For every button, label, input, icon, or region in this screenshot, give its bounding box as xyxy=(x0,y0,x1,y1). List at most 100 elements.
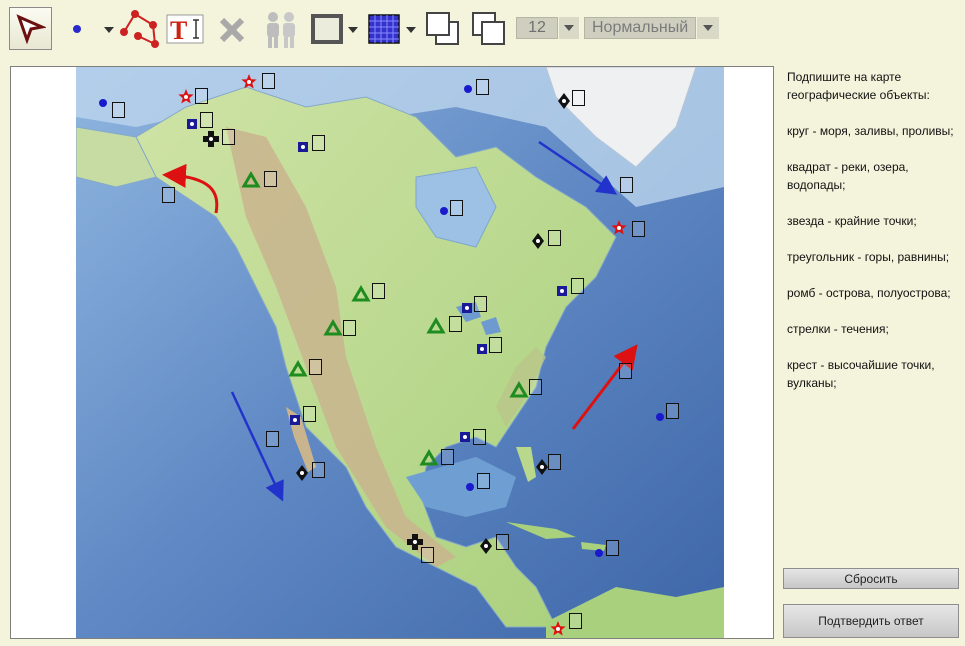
circle-marker[interactable] xyxy=(595,549,603,557)
polyline-icon xyxy=(120,10,159,48)
label-box[interactable] xyxy=(303,406,316,422)
cross-marker[interactable] xyxy=(203,131,219,147)
label-box[interactable] xyxy=(421,547,434,563)
select-tool-button[interactable] xyxy=(9,7,52,50)
map-frame xyxy=(10,66,774,639)
label-box[interactable] xyxy=(343,320,356,336)
legend-diamond: ромб - острова, полуострова; xyxy=(787,286,951,300)
diamond-marker[interactable] xyxy=(296,465,308,481)
square-marker[interactable] xyxy=(460,432,470,442)
label-box[interactable] xyxy=(571,278,584,294)
square-marker[interactable] xyxy=(187,119,197,129)
label-box[interactable] xyxy=(262,73,275,89)
rectangle-dropdown-arrow[interactable] xyxy=(348,27,358,33)
triangle-marker[interactable] xyxy=(288,360,308,377)
square-marker[interactable] xyxy=(462,303,472,313)
label-box[interactable] xyxy=(620,177,633,193)
label-box[interactable] xyxy=(477,473,490,489)
label-box[interactable] xyxy=(222,129,235,145)
label-box[interactable] xyxy=(496,534,509,550)
label-box[interactable] xyxy=(474,296,487,312)
grid-dropdown-arrow[interactable] xyxy=(406,27,416,33)
toolbar: T 12 Нормальный xyxy=(0,0,965,58)
font-size-dropdown[interactable] xyxy=(559,17,579,39)
diamond-marker[interactable] xyxy=(480,538,492,554)
diamond-marker[interactable] xyxy=(532,233,544,249)
north-america-map[interactable] xyxy=(76,67,724,638)
label-box[interactable] xyxy=(312,135,325,151)
grid-tool-button[interactable] xyxy=(366,12,402,46)
circle-marker[interactable] xyxy=(466,483,474,491)
square-marker[interactable] xyxy=(477,344,487,354)
triangle-marker[interactable] xyxy=(509,381,529,398)
point-tool-button[interactable] xyxy=(66,20,88,38)
triangle-marker[interactable] xyxy=(241,171,261,188)
label-box[interactable] xyxy=(441,449,454,465)
label-box[interactable] xyxy=(450,200,463,216)
label-box[interactable] xyxy=(548,454,561,470)
rectangle-tool-button[interactable] xyxy=(309,12,345,46)
grid-icon xyxy=(368,14,400,44)
label-box[interactable] xyxy=(548,230,561,246)
label-box[interactable] xyxy=(264,171,277,187)
label-box[interactable] xyxy=(195,88,208,104)
instructions-panel: Подпишите на карте географические объект… xyxy=(787,68,957,410)
square-marker[interactable] xyxy=(557,286,567,296)
users-icon xyxy=(267,12,295,48)
diamond-marker[interactable] xyxy=(558,93,570,109)
label-box[interactable] xyxy=(162,187,175,203)
circle-marker[interactable] xyxy=(464,85,472,93)
legend-arrows: стрелки - течения; xyxy=(787,322,889,336)
send-back-button[interactable] xyxy=(470,10,508,48)
triangle-marker[interactable] xyxy=(426,317,446,334)
legend-triangle: треугольник - горы, равнины; xyxy=(787,250,950,264)
label-box[interactable] xyxy=(476,79,489,95)
reset-button[interactable]: Сбросить xyxy=(783,568,959,589)
font-size-select[interactable]: 12 xyxy=(516,17,558,39)
square-marker[interactable] xyxy=(298,142,308,152)
star-marker[interactable] xyxy=(241,74,257,89)
label-box[interactable] xyxy=(666,403,679,419)
label-box[interactable] xyxy=(632,221,645,237)
triangle-marker[interactable] xyxy=(323,319,343,336)
bring-front-button[interactable] xyxy=(424,10,462,48)
instructions-intro: Подпишите на карте географические объект… xyxy=(787,70,930,102)
label-box[interactable] xyxy=(312,462,325,478)
label-box[interactable] xyxy=(266,431,279,447)
label-box[interactable] xyxy=(449,316,462,332)
legend-star: звезда - крайние точки; xyxy=(787,214,917,228)
legend-circle: круг - моря, заливы, проливы; xyxy=(787,124,954,138)
label-box[interactable] xyxy=(309,359,322,375)
label-box[interactable] xyxy=(372,283,385,299)
star-marker[interactable] xyxy=(178,89,194,104)
legend-cross: крест - высочайшие точки, вулканы; xyxy=(787,358,935,390)
label-box[interactable] xyxy=(200,112,213,128)
delete-x-icon xyxy=(219,17,245,43)
triangle-marker[interactable] xyxy=(419,449,439,466)
label-box[interactable] xyxy=(529,379,542,395)
label-box[interactable] xyxy=(569,613,582,629)
users-tool-button[interactable] xyxy=(262,10,300,50)
select-arrow-icon xyxy=(15,13,46,44)
label-box[interactable] xyxy=(619,363,632,379)
point-dropdown-arrow[interactable] xyxy=(104,27,114,33)
delete-tool-button[interactable] xyxy=(216,14,248,46)
font-style-select[interactable]: Нормальный xyxy=(584,17,696,39)
star-marker[interactable] xyxy=(611,220,627,235)
square-marker[interactable] xyxy=(290,415,300,425)
circle-marker[interactable] xyxy=(656,413,664,421)
circle-marker[interactable] xyxy=(440,207,448,215)
label-box[interactable] xyxy=(473,429,486,445)
star-marker[interactable] xyxy=(550,621,566,636)
text-tool-button[interactable]: T xyxy=(166,14,204,44)
circle-marker[interactable] xyxy=(99,99,107,107)
font-style-dropdown[interactable] xyxy=(697,17,719,39)
label-box[interactable] xyxy=(606,540,619,556)
polyline-tool-button[interactable] xyxy=(118,8,160,50)
label-box[interactable] xyxy=(112,102,125,118)
label-box[interactable] xyxy=(489,337,502,353)
label-box[interactable] xyxy=(572,90,585,106)
triangle-marker[interactable] xyxy=(351,285,371,302)
submit-answer-button[interactable]: Подтвердить ответ xyxy=(783,604,959,638)
diamond-marker[interactable] xyxy=(536,459,548,475)
